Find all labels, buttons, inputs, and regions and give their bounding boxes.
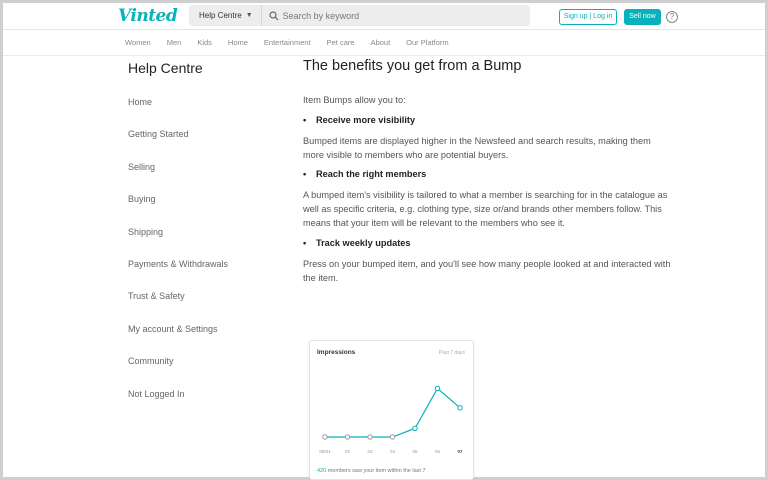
vinted-logo[interactable]: Vinted xyxy=(118,6,178,26)
nav-item-kids[interactable]: Kids xyxy=(197,38,212,47)
top-header: Vinted Help Centre ▼ Sign up | Log in Se… xyxy=(3,3,765,30)
impressions-title: Impressions xyxy=(317,349,356,356)
sell-now-button[interactable]: Sell now xyxy=(624,9,661,25)
chart-point xyxy=(322,434,328,440)
signup-login-button[interactable]: Sign up | Log in xyxy=(559,9,617,25)
impressions-footer-text: members saw your item within the last 7 xyxy=(326,468,426,474)
chart-point xyxy=(389,434,396,440)
nav-item-about[interactable]: About xyxy=(371,38,391,47)
chart-x-tick-label: 03 xyxy=(367,449,373,454)
nav-item-women[interactable]: Women xyxy=(125,38,151,47)
sidebar-item-community[interactable]: Community xyxy=(128,356,228,388)
nav-item-our-platform[interactable]: Our Platform xyxy=(406,38,449,47)
chart-point xyxy=(412,425,418,432)
search-icon xyxy=(269,10,279,20)
nav-item-home[interactable]: Home xyxy=(228,38,248,47)
bullet-text: Reach the right members xyxy=(316,169,427,180)
nav-item-men[interactable]: Men xyxy=(167,38,182,47)
nav-item-entertainment[interactable]: Entertainment xyxy=(264,38,311,47)
chart-x-tick-label: 02 xyxy=(345,449,351,454)
chart-point xyxy=(457,405,463,411)
chart-x-tick-label: 07 xyxy=(457,449,463,454)
search-category-select[interactable]: Help Centre ▼ xyxy=(189,5,262,26)
article-paragraph: Press on your bumped item, and you'll se… xyxy=(303,258,671,283)
bullet-text: Receive more visibility xyxy=(316,114,416,125)
bullet-item: • Track weekly updates xyxy=(303,238,673,248)
bullet-dot-icon: • xyxy=(303,114,307,125)
help-icon[interactable]: ? xyxy=(666,11,678,23)
impressions-card: Impressions Past 7 days 08/01 02 03 04 05 06 0… xyxy=(309,340,474,480)
chevron-down-icon: ▼ xyxy=(245,12,253,19)
chart-point xyxy=(434,385,441,392)
sidebar-item-home[interactable]: Home xyxy=(128,97,228,129)
impressions-line-chart: 08/01 02 03 04 05 06 07 xyxy=(319,385,463,454)
bullet-text: Track weekly updates xyxy=(316,237,411,248)
sidebar-title: Help Centre xyxy=(128,60,203,76)
chart-point xyxy=(367,434,373,440)
chart-x-tick-label: 06 xyxy=(435,449,441,454)
impressions-series-line xyxy=(325,387,461,438)
search-bar: Help Centre ▼ xyxy=(189,5,530,26)
article-intro: Item Bumps allow you to: xyxy=(303,95,406,105)
chart-x-tick-label: 04 xyxy=(390,449,396,454)
sidebar-item-buying[interactable]: Buying xyxy=(128,194,228,226)
article-title: The benefits you get from a Bump xyxy=(303,58,522,74)
sidebar-item-account-settings[interactable]: My account & Settings xyxy=(128,324,228,356)
article-paragraph: A bumped item's visibility is tailored t… xyxy=(303,190,668,228)
chart-x-tick-label: 05 xyxy=(412,449,418,454)
bullet-item: • Reach the right members xyxy=(303,169,673,179)
impressions-period: Past 7 days xyxy=(438,350,465,356)
sidebar-menu: Home Getting Started Selling Buying Ship… xyxy=(128,97,228,421)
article-paragraph: Bumped items are displayed higher in the… xyxy=(303,135,651,160)
impressions-count: 420 xyxy=(317,468,327,474)
sidebar-item-not-logged-in[interactable]: Not Logged In xyxy=(128,389,228,421)
impressions-footer: 420 members saw your item within the las… xyxy=(317,468,426,474)
bullet-dot-icon: • xyxy=(303,237,307,248)
sidebar-item-getting-started[interactable]: Getting Started xyxy=(128,129,228,161)
sidebar-item-selling[interactable]: Selling xyxy=(128,162,228,194)
sidebar-item-shipping[interactable]: Shipping xyxy=(128,227,228,259)
nav-item-pet-care[interactable]: Pet care xyxy=(327,38,355,47)
search-category-label: Help Centre xyxy=(199,11,242,20)
chart-point xyxy=(344,434,351,440)
bullet-dot-icon: • xyxy=(303,169,307,180)
sidebar-item-trust-safety[interactable]: Trust & Safety xyxy=(128,291,228,323)
search-input[interactable] xyxy=(282,10,513,21)
bullet-item: • Receive more visibility xyxy=(303,115,673,125)
sidebar-item-payments-withdrawals[interactable]: Payments & Withdrawals xyxy=(128,259,228,291)
category-nav: Women Men Kids Home Entertainment Pet ca… xyxy=(3,30,765,56)
article: The benefits you get from a Bump Item Bu… xyxy=(303,58,673,285)
chart-x-tick-label: 08/01 xyxy=(319,449,331,454)
